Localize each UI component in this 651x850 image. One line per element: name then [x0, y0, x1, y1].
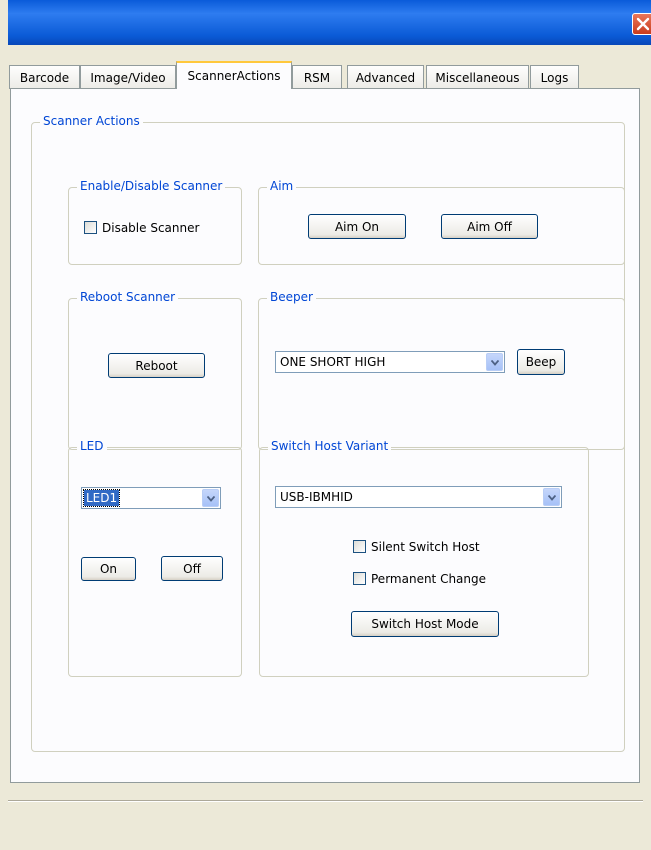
tab-label: Barcode	[19, 70, 70, 85]
enable-disable-group: Enable/Disable Scanner Disable Scanner	[68, 179, 242, 265]
tab-label: Image/Video	[90, 70, 166, 85]
beep-tone-value: ONE SHORT HIGH	[280, 355, 386, 369]
tab-advanced[interactable]: Advanced	[347, 65, 424, 89]
chevron-down-icon[interactable]	[486, 353, 503, 371]
aim-on-button[interactable]: Aim On	[308, 214, 406, 239]
led-group: LED LED1 On Off	[68, 439, 242, 677]
switch-host-mode-button[interactable]: Switch Host Mode	[351, 611, 499, 637]
title-bar	[8, 0, 651, 45]
group-title: Beeper	[267, 290, 316, 304]
tab-label: Advanced	[355, 70, 416, 85]
permanent-change-label: Permanent Change	[371, 572, 487, 586]
host-variant-select[interactable]: USB-IBMHID	[275, 486, 562, 508]
silent-switch-checkbox[interactable]	[353, 540, 366, 553]
chevron-down-icon[interactable]	[202, 489, 219, 507]
tab-label: RSM	[303, 70, 331, 85]
group-title: Enable/Disable Scanner	[77, 179, 226, 193]
beeper-group: Beeper ONE SHORT HIGH Beep	[258, 290, 625, 450]
reboot-scanner-group: Reboot Scanner Reboot	[68, 290, 242, 450]
tab-scanner-actions[interactable]: ScannerActions	[176, 61, 292, 89]
beep-button[interactable]: Beep	[517, 349, 565, 375]
permanent-change-checkbox[interactable]	[353, 572, 366, 585]
silent-switch-label: Silent Switch Host	[371, 540, 480, 554]
tab-panel-scanner-actions: Scanner Actions Enable/Disable Scanner D…	[10, 88, 640, 783]
host-variant-value: USB-IBMHID	[280, 490, 353, 504]
led-off-button[interactable]: Off	[161, 556, 223, 581]
tab-miscellaneous[interactable]: Miscellaneous	[426, 65, 529, 89]
led-select[interactable]: LED1	[81, 487, 221, 509]
disable-scanner-checkbox[interactable]	[84, 221, 97, 234]
group-title: Reboot Scanner	[77, 290, 179, 304]
aim-group: Aim Aim On Aim Off	[258, 179, 625, 265]
switch-host-group: Switch Host Variant USB-IBMHID Silent Sw…	[259, 439, 589, 677]
tab-label: Miscellaneous	[435, 70, 520, 85]
led-on-button[interactable]: On	[81, 557, 136, 581]
group-title: Switch Host Variant	[268, 439, 392, 453]
aim-off-button[interactable]: Aim Off	[441, 214, 538, 239]
tab-rsm[interactable]: RSM	[292, 65, 342, 89]
reboot-button[interactable]: Reboot	[108, 353, 205, 378]
tab-label: ScannerActions	[187, 69, 281, 83]
group-title: Aim	[267, 179, 297, 193]
group-title: Scanner Actions	[40, 114, 143, 128]
tab-label: Logs	[540, 70, 569, 85]
tab-barcode[interactable]: Barcode	[9, 65, 80, 89]
tab-logs[interactable]: Logs	[530, 65, 579, 89]
chevron-down-icon[interactable]	[543, 488, 560, 506]
beep-tone-select[interactable]: ONE SHORT HIGH	[275, 351, 505, 373]
disable-scanner-label: Disable Scanner	[102, 221, 200, 235]
close-icon[interactable]	[632, 13, 651, 35]
status-divider-highlight	[8, 801, 643, 802]
tab-image-video[interactable]: Image/Video	[80, 65, 176, 89]
led-value: LED1	[82, 489, 121, 507]
group-title: LED	[77, 439, 107, 453]
